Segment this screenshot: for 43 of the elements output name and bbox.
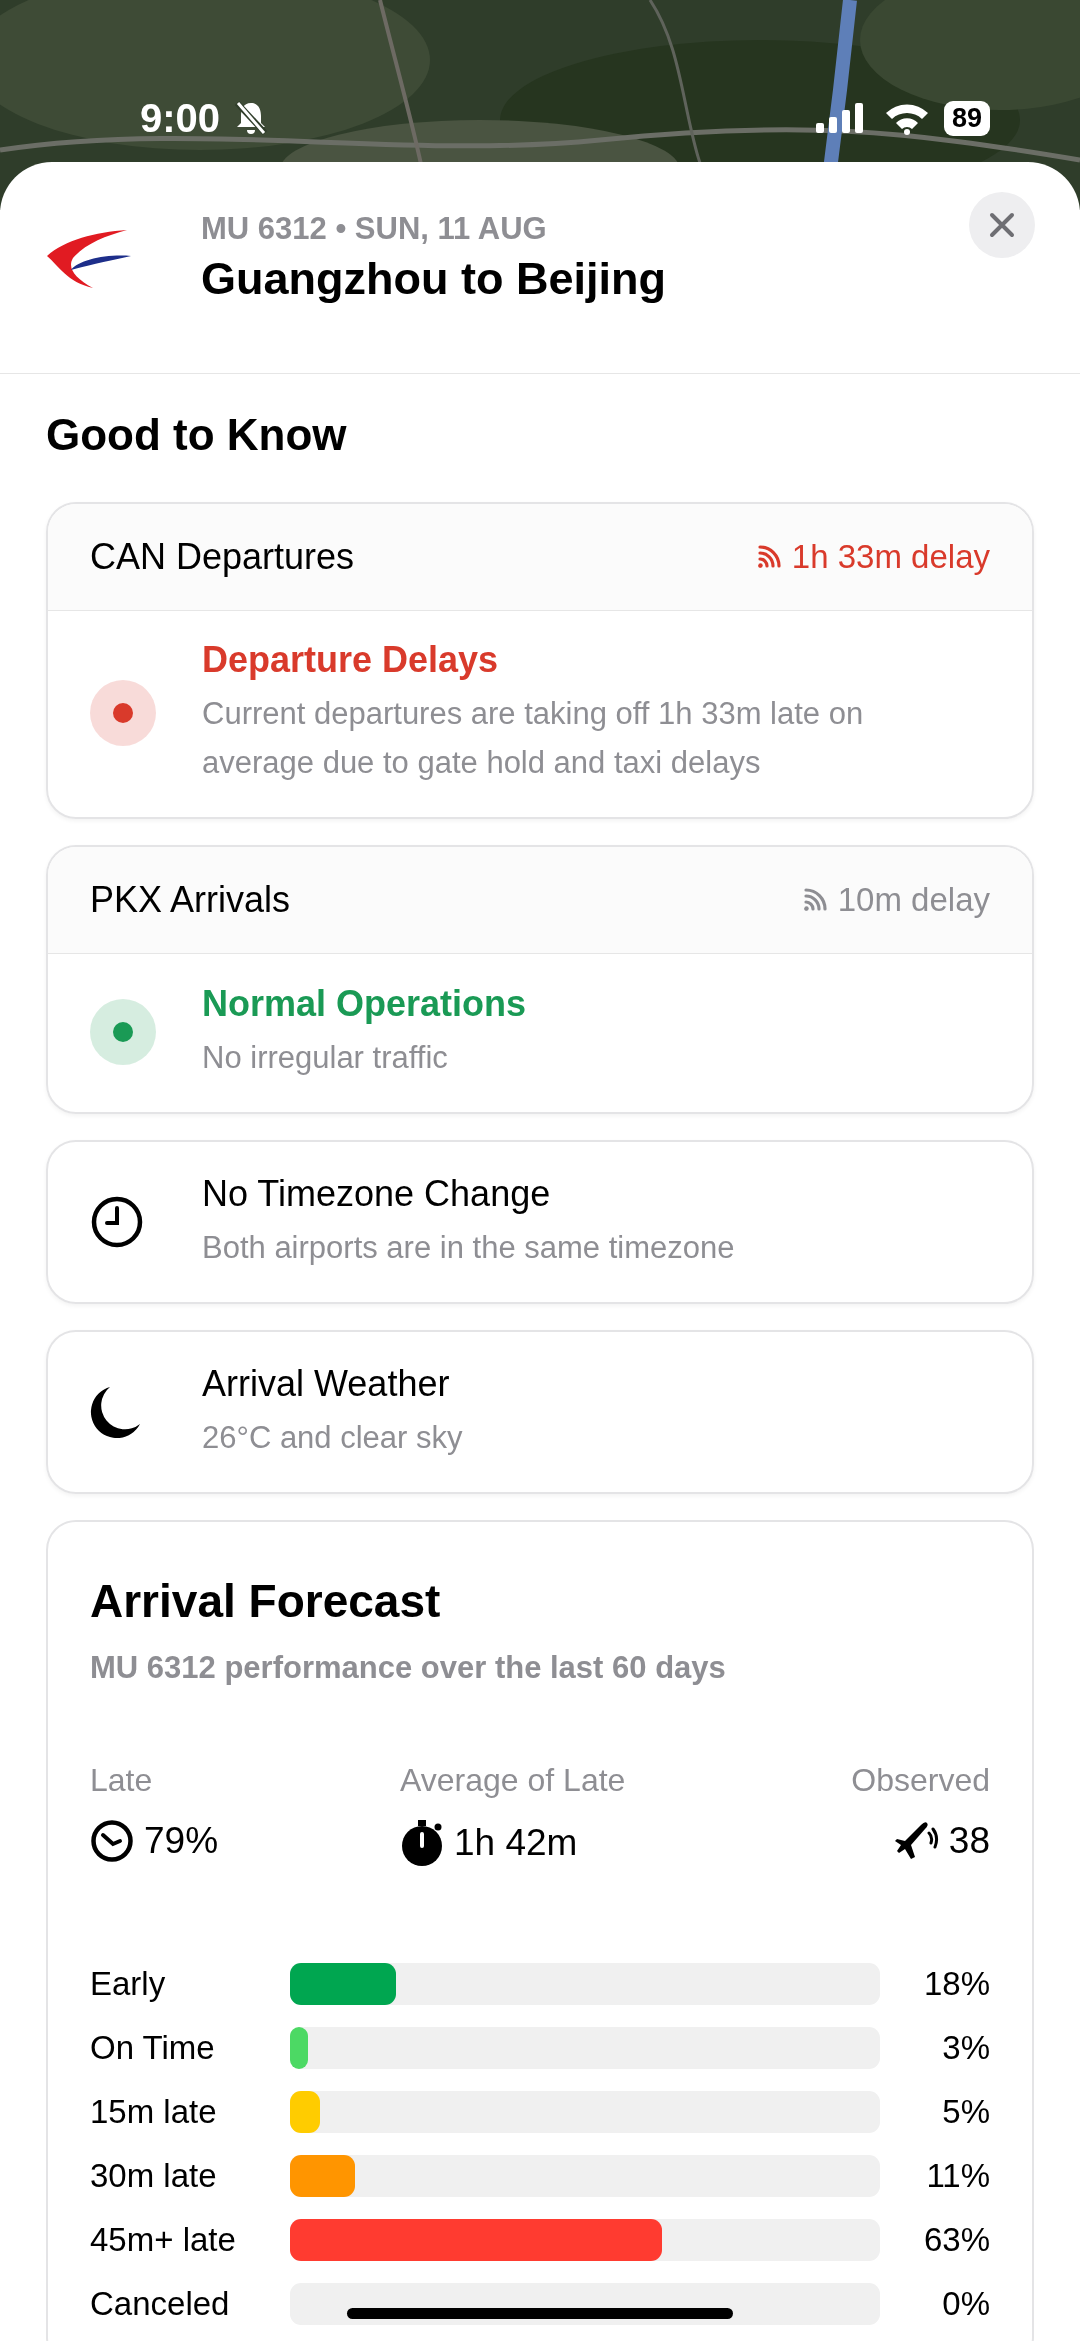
stat-value: 79% [144, 1820, 219, 1862]
bar-label: 45m+ late [90, 2221, 237, 2259]
forecast-title: Arrival Forecast [90, 1574, 442, 1628]
bar-value: 63% [922, 2221, 990, 2259]
flight-subtitle: MU 6312 • SUN, 11 AUG [201, 210, 548, 247]
bar-label: On Time [90, 2029, 216, 2067]
stat-label: Late [90, 1762, 154, 1799]
bar-value: 18% [922, 1965, 990, 2003]
signal-icon [801, 887, 828, 913]
section-title: Good to Know [46, 409, 348, 461]
status-title: Departure Delays [202, 639, 500, 681]
bar-value: 3% [941, 2029, 990, 2067]
status-description: No irregular traffic [202, 1038, 449, 1077]
forecast-subtitle: MU 6312 performance over the last 60 days [90, 1650, 727, 1686]
status-title: Normal Operations [202, 982, 527, 1025]
delay-time: 10m delay [837, 881, 990, 919]
bar-value: 5% [941, 2093, 990, 2131]
clock-icon [90, 1195, 144, 1249]
info-title: No Timezone Change [202, 1172, 552, 1215]
bar-label: Canceled [90, 2285, 231, 2323]
signal-icon [755, 544, 782, 570]
stat-label: Observed [851, 1762, 990, 1799]
bell-slash-icon [234, 100, 269, 136]
info-description: 26°C and clear sky [202, 1418, 463, 1457]
stat-value: 38 [948, 1820, 990, 1862]
bar-label: Early [90, 1965, 167, 2003]
info-description: Both airports are in the same timezone [202, 1228, 735, 1267]
bar-label: 15m late [90, 2093, 218, 2131]
status-description: Current departures are taking off 1h 33m late on average due to gate hold and taxi delays [202, 695, 865, 782]
bar-value: 0% [941, 2285, 990, 2323]
info-title: Arrival Weather [202, 1362, 451, 1405]
bar-label: 30m late [90, 2157, 218, 2195]
clock-icon [90, 1819, 134, 1863]
stopwatch-icon [400, 1819, 444, 1867]
delay-time: 1h 33m delay [791, 538, 990, 576]
bar-value: 11% [925, 2157, 990, 2195]
airport-name: CAN Departures [90, 536, 356, 578]
stat-value: 1h 42m [454, 1822, 578, 1864]
route-title: Guangzhou to Beijing [201, 252, 667, 305]
airport-name: PKX Arrivals [90, 879, 292, 921]
stat-label: Average of Late [400, 1762, 627, 1799]
status-time: 9:00 [140, 95, 221, 141]
close-icon [989, 212, 1015, 238]
